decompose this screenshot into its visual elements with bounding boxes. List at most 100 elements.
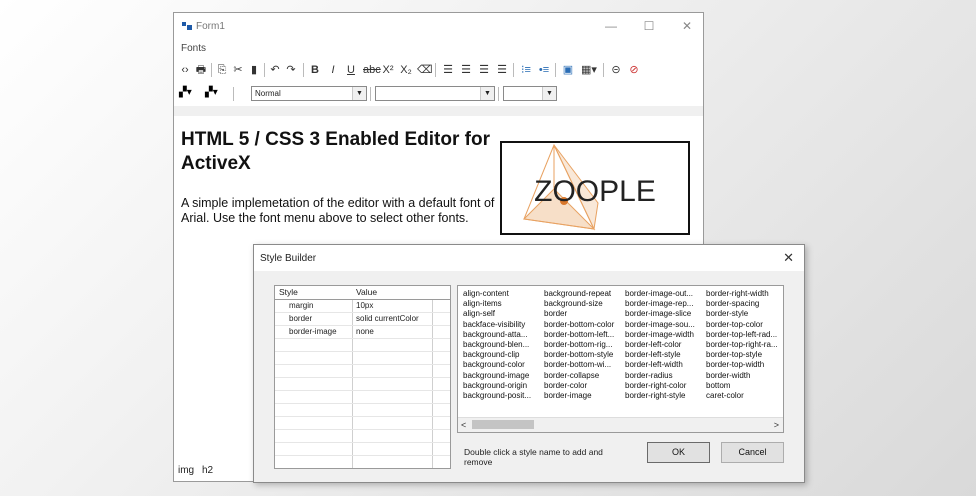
- justify-icon[interactable]: ☰: [495, 61, 509, 79]
- list-item[interactable]: align-content: [463, 289, 531, 299]
- style-grid[interactable]: Style Value margin 10px border solid cur…: [274, 285, 451, 469]
- list-item[interactable]: bottom: [706, 381, 778, 391]
- source-view-icon[interactable]: ‹›: [179, 61, 191, 79]
- list-item[interactable]: border-image: [544, 391, 614, 401]
- paste-icon[interactable]: ▮: [248, 61, 260, 79]
- list-item[interactable]: border-collapse: [544, 371, 614, 381]
- list-item[interactable]: border-image-rep...: [625, 299, 695, 309]
- list-item[interactable]: border-image-slice: [625, 309, 695, 319]
- grid-row[interactable]: margin 10px: [275, 300, 450, 313]
- bold-icon[interactable]: B: [309, 61, 321, 79]
- list-item[interactable]: background-size: [544, 299, 614, 309]
- foreground-color-icon[interactable]: ▞▾: [179, 87, 192, 98]
- list-item[interactable]: align-items: [463, 299, 531, 309]
- cut-icon[interactable]: ✂: [232, 61, 244, 79]
- grid-row[interactable]: [275, 352, 450, 365]
- list-item[interactable]: border-right-style: [625, 391, 695, 401]
- unlink-icon[interactable]: ⊘: [627, 61, 641, 79]
- grid-row[interactable]: [275, 378, 450, 391]
- list-item[interactable]: border-right-width: [706, 289, 778, 299]
- menu-fonts[interactable]: Fonts: [181, 43, 206, 54]
- ok-button[interactable]: OK: [647, 442, 710, 463]
- list-item[interactable]: align-self: [463, 309, 531, 319]
- list-item[interactable]: border-left-color: [625, 340, 695, 350]
- list-item[interactable]: border-left-style: [625, 350, 695, 360]
- maximize-button[interactable]: ☐: [634, 16, 664, 36]
- chevron-down-icon[interactable]: ▼: [542, 87, 556, 100]
- scrollbar-thumb[interactable]: [472, 420, 534, 429]
- font-size-select[interactable]: ▼: [503, 86, 557, 101]
- list-item[interactable]: caret-color: [706, 391, 778, 401]
- grid-row[interactable]: [275, 339, 450, 352]
- list-item[interactable]: background-repeat: [544, 289, 614, 299]
- list-item[interactable]: border: [544, 309, 614, 319]
- status-tag-h2[interactable]: h2: [202, 465, 213, 476]
- list-item[interactable]: border-top-width: [706, 360, 778, 370]
- list-item[interactable]: border-right-color: [625, 381, 695, 391]
- font-name-select[interactable]: ▼: [375, 86, 495, 101]
- align-right-icon[interactable]: ☰: [477, 61, 491, 79]
- list-item[interactable]: border-top-right-ra...: [706, 340, 778, 350]
- grid-row[interactable]: [275, 365, 450, 378]
- list-item[interactable]: border-bottom-wi...: [544, 360, 614, 370]
- copy-icon[interactable]: ⎘: [216, 61, 228, 79]
- list-item[interactable]: background-blen...: [463, 340, 531, 350]
- editor-paragraph[interactable]: A simple implemetation of the editor wit…: [181, 196, 496, 226]
- close-button[interactable]: ✕: [672, 16, 702, 36]
- list-item[interactable]: border-spacing: [706, 299, 778, 309]
- insert-table-icon[interactable]: ▦▾: [579, 61, 599, 79]
- grid-row[interactable]: [275, 417, 450, 430]
- horizontal-scrollbar[interactable]: < >: [458, 417, 783, 432]
- list-item[interactable]: border-image-width: [625, 330, 695, 340]
- list-item[interactable]: backface-visibility: [463, 320, 531, 330]
- chevron-down-icon[interactable]: ▼: [480, 87, 494, 100]
- cancel-button[interactable]: Cancel: [721, 442, 784, 463]
- list-item[interactable]: border-bottom-rig...: [544, 340, 614, 350]
- strikethrough-icon[interactable]: abc: [363, 61, 381, 79]
- list-item[interactable]: border-top-color: [706, 320, 778, 330]
- list-item[interactable]: border-width: [706, 371, 778, 381]
- list-item[interactable]: border-radius: [625, 371, 695, 381]
- block-format-select[interactable]: Normal ▼: [251, 86, 367, 101]
- minimize-button[interactable]: —: [596, 16, 626, 36]
- grid-row[interactable]: [275, 430, 450, 443]
- grid-header-value[interactable]: Value: [356, 287, 377, 297]
- list-item[interactable]: background-origin: [463, 381, 531, 391]
- grid-header-style[interactable]: Style: [279, 287, 298, 297]
- list-item[interactable]: border-image-out...: [625, 289, 695, 299]
- print-icon[interactable]: 🖶: [195, 61, 207, 79]
- editor-heading[interactable]: HTML 5 / CSS 3 Enabled Editor for Active…: [181, 128, 491, 176]
- style-name-list[interactable]: align-content align-items align-self bac…: [457, 285, 784, 433]
- list-item[interactable]: border-color: [544, 381, 614, 391]
- list-item[interactable]: border-left-width: [625, 360, 695, 370]
- scroll-left-arrow[interactable]: <: [461, 418, 466, 432]
- underline-icon[interactable]: U: [345, 61, 357, 79]
- grid-row[interactable]: [275, 404, 450, 417]
- subscript-icon[interactable]: X₂: [399, 61, 413, 79]
- list-item[interactable]: border-bottom-left...: [544, 330, 614, 340]
- grid-row[interactable]: [275, 443, 450, 456]
- list-item[interactable]: border-image-sou...: [625, 320, 695, 330]
- list-item[interactable]: background-image: [463, 371, 531, 381]
- italic-icon[interactable]: I: [327, 61, 339, 79]
- list-item[interactable]: border-bottom-style: [544, 350, 614, 360]
- insert-image-icon[interactable]: ▣: [561, 61, 575, 79]
- redo-icon[interactable]: ↷: [285, 61, 297, 79]
- ordered-list-icon[interactable]: ⁝≡: [519, 61, 533, 79]
- scroll-right-arrow[interactable]: >: [774, 418, 779, 432]
- unordered-list-icon[interactable]: •≡: [537, 61, 551, 79]
- chevron-down-icon[interactable]: ▼: [352, 87, 366, 100]
- align-center-icon[interactable]: ☰: [459, 61, 473, 79]
- list-item[interactable]: border-style: [706, 309, 778, 319]
- list-item[interactable]: background-atta...: [463, 330, 531, 340]
- dialog-close-button[interactable]: ✕: [783, 250, 794, 266]
- grid-row[interactable]: border-image none: [275, 326, 450, 339]
- superscript-icon[interactable]: X²: [381, 61, 395, 79]
- grid-row[interactable]: border solid currentColor: [275, 313, 450, 326]
- list-item[interactable]: border-top-style: [706, 350, 778, 360]
- list-item[interactable]: background-posit...: [463, 391, 531, 401]
- eraser-icon[interactable]: ⌫: [417, 61, 433, 79]
- list-item[interactable]: background-color: [463, 360, 531, 370]
- list-item[interactable]: border-top-left-rad...: [706, 330, 778, 340]
- background-color-icon[interactable]: ▞▾: [205, 87, 218, 98]
